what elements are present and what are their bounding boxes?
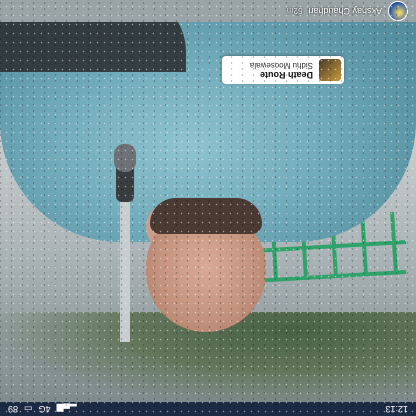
- status-right: ▂▄▆ 4G ▭ 89: [8, 404, 77, 415]
- avatar-icon[interactable]: [388, 1, 408, 21]
- battery-icon: ▭: [24, 404, 33, 415]
- person-hair: [150, 198, 262, 234]
- song-title: Death Route: [259, 70, 313, 80]
- music-sticker[interactable]: Death Route Sidhu Moosewala: [222, 56, 344, 84]
- battery-label: 89: [8, 404, 19, 414]
- microphone-icon: [114, 144, 136, 342]
- time-label: 12:13: [385, 404, 408, 414]
- status-bar: 12:13 ▂▄▆ 4G ▭ 89: [0, 402, 416, 416]
- dark-background-corner: [0, 22, 186, 72]
- story-screen: 12:13 ▂▄▆ 4G ▭ 89 Death Route Sidhu Moos…: [0, 0, 416, 416]
- album-art-icon: [319, 59, 341, 81]
- status-left: 12:13: [385, 404, 408, 414]
- story-photo[interactable]: Death Route Sidhu Moosewala: [0, 22, 416, 402]
- song-artist: Sidhu Moosewala: [249, 61, 313, 70]
- signal-icon: ▂▄▆: [56, 404, 77, 415]
- username[interactable]: Akshay Chaudhari: [308, 6, 382, 16]
- music-sticker-text: Death Route Sidhu Moosewala: [250, 60, 313, 80]
- story-user-bar[interactable]: Akshay Chaudhari 52m: [0, 0, 416, 22]
- story-time-ago: 52m: [286, 6, 303, 16]
- carrier-label: 4G: [38, 404, 51, 414]
